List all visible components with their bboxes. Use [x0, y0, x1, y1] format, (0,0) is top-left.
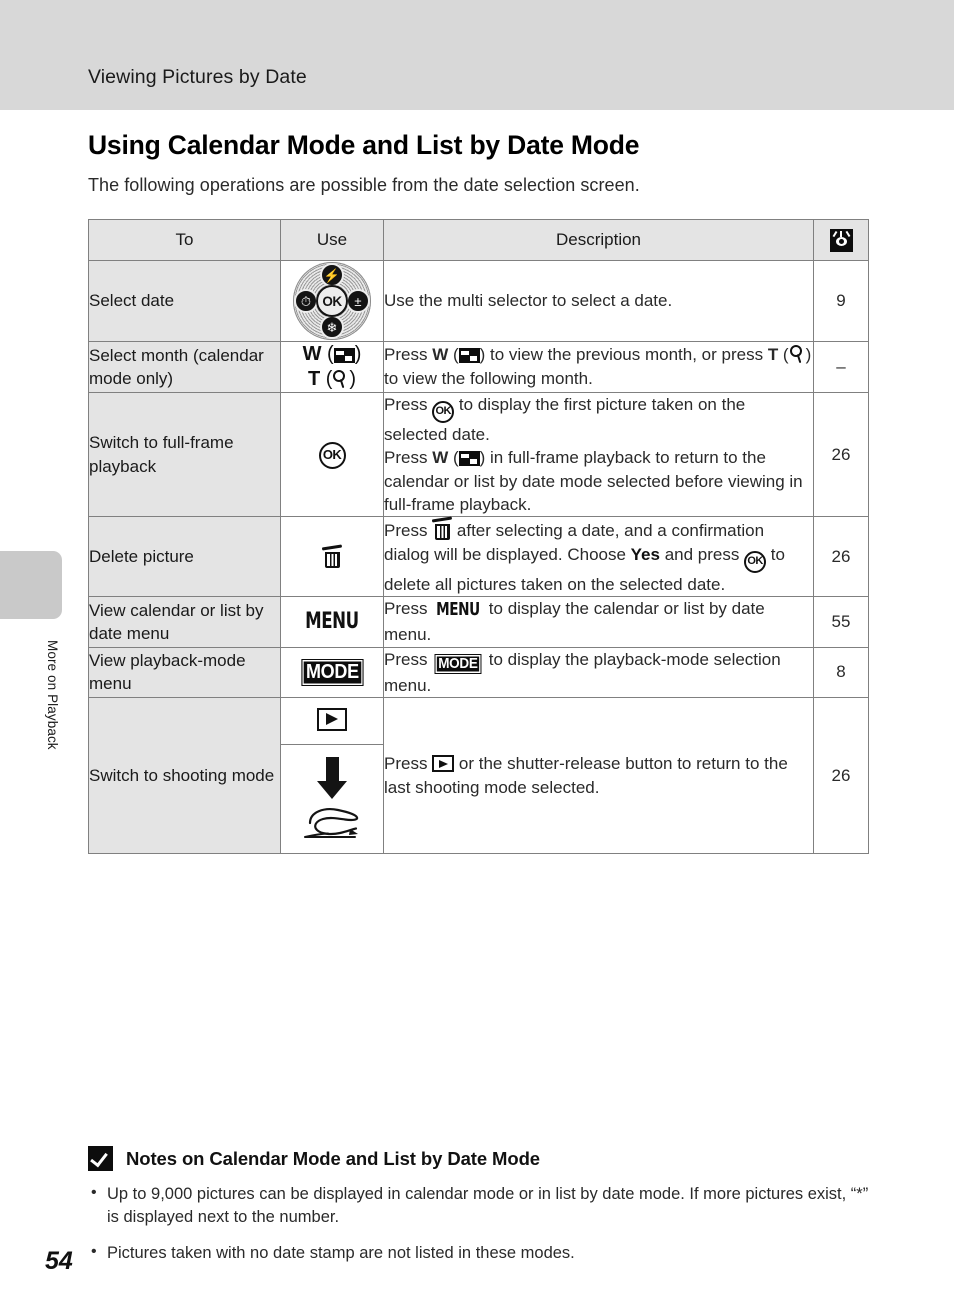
row-label-playback-mode-menu: View playback-mode menu [88, 646, 281, 699]
desc-text: Press [384, 521, 433, 541]
desc-text: Press [384, 754, 433, 774]
running-header-title: Viewing Pictures by Date [88, 66, 307, 88]
down-arrow-icon [317, 757, 347, 800]
list-item: Pictures taken with no date stamp are no… [88, 1241, 878, 1265]
eye-reference-icon [829, 228, 853, 252]
thumbnail-icon [333, 348, 355, 363]
trash-icon [321, 544, 343, 569]
ok-button-icon: OK [318, 441, 346, 469]
table-row: View playback-mode menu MODE Press MODE … [88, 646, 869, 699]
menu-button-icon: MENU [305, 609, 359, 635]
exposure-comp-icon: ± [346, 289, 370, 313]
row-reference-select-date: 9 [813, 260, 869, 342]
desc-text: ) to view the previous month, or press [479, 345, 768, 365]
row-label-delete-picture: Delete picture [88, 516, 281, 598]
row-reference-view-menu: 55 [813, 596, 869, 648]
row-use-select-month: W () T () [280, 341, 384, 393]
row-use-shooting-mode [280, 697, 384, 855]
row-description-select-month: Press W () to view the previous month, o… [383, 341, 814, 393]
menu-button-icon: MENU [436, 599, 480, 621]
page-title: Using Calendar Mode and List by Date Mod… [88, 130, 640, 160]
row-label-view-menu: View calendar or list by date menu [88, 596, 281, 648]
trash-icon [432, 516, 453, 541]
thumbnail-icon [458, 348, 480, 364]
ok-button-icon: OK [744, 550, 767, 573]
desc-text: Press [384, 649, 433, 669]
macro-flower-icon: ❄ [320, 315, 344, 339]
list-item: Up to 9,000 pictures can be displayed in… [88, 1182, 878, 1230]
notes-block: Notes on Calendar Mode and List by Date … [88, 1146, 878, 1277]
section-intro: The following operations are possible fr… [88, 175, 640, 195]
page-content: Using Calendar Mode and List by Date Mod… [88, 110, 870, 855]
column-header-description: Description [383, 219, 814, 261]
desc-text: Press [384, 599, 433, 619]
column-header-use: Use [280, 219, 384, 261]
thumbnail-icon [458, 451, 480, 467]
caution-check-icon [88, 1146, 113, 1171]
tele-inline-label: T [767, 345, 779, 365]
row-reference-select-month: – [813, 341, 869, 393]
ok-center-button: OK [316, 285, 348, 317]
playback-button-cell [281, 698, 383, 746]
row-use-delete-picture [280, 516, 384, 598]
table-row: Delete picture Press after selecting a d… [88, 516, 869, 598]
row-description-view-menu: Press MENU to display the calendar or li… [383, 596, 814, 648]
row-reference-playback-mode-menu: 8 [813, 646, 869, 699]
side-thumb-tab [0, 551, 62, 619]
desc-text: and press [659, 544, 745, 564]
row-label-full-frame: Switch to full-frame playback [88, 391, 281, 518]
zoom-lever-labels: W () T () [302, 343, 362, 390]
mode-button-icon: MODE [434, 653, 482, 674]
row-reference-full-frame: 26 [813, 391, 869, 518]
page-number: 54 [45, 1247, 73, 1275]
row-description-shooting-mode: Press or the shutter-release button to r… [383, 697, 814, 855]
notes-title: Notes on Calendar Mode and List by Date … [126, 1147, 540, 1169]
multi-selector-icon: ⚡ ⏱ ± ❄ OK [293, 262, 371, 340]
self-timer-icon: ⏱ [294, 289, 318, 313]
table-row: View calendar or list by date menu MENU … [88, 596, 869, 648]
table-row: Switch to full-frame playback OK Press O… [88, 391, 869, 518]
shutter-release-finger-icon [304, 808, 359, 839]
desc-text: Press [384, 448, 433, 468]
side-thumb-tab-label: More on Playback [45, 640, 60, 750]
playback-button-icon [317, 708, 347, 732]
notes-header: Notes on Calendar Mode and List by Date … [88, 1146, 878, 1171]
column-header-reference [813, 219, 869, 261]
magnifier-icon [332, 369, 349, 389]
row-description-full-frame: Press OK to display the first picture ta… [383, 391, 814, 518]
table-row: Select month (calendar mode only) W () T… [88, 341, 869, 393]
wide-inline-label: W [432, 448, 449, 468]
row-reference-delete-picture: 26 [813, 516, 869, 598]
row-label-select-date: Select date [88, 260, 281, 342]
flash-button-icon: ⚡ [320, 263, 344, 287]
notes-list: Up to 9,000 pictures can be displayed in… [88, 1182, 878, 1265]
tele-label: T [307, 367, 321, 390]
row-use-view-menu: MENU [280, 596, 384, 648]
row-description-playback-mode-menu: Press MODE to display the playback-mode … [383, 646, 814, 699]
table-row: Switch to shooting mode Press or the shu… [88, 697, 869, 855]
row-use-playback-mode-menu: MODE [280, 646, 384, 699]
row-description-delete-picture: Press after selecting a date, and a conf… [383, 516, 814, 598]
mode-button-icon: MODE [301, 658, 363, 687]
row-reference-shooting-mode: 26 [813, 697, 869, 855]
row-label-shooting-mode: Switch to shooting mode [88, 697, 281, 855]
table-row: Select date ⚡ ⏱ ± ❄ OK Use the multi sel… [88, 260, 869, 342]
table-header-row: To Use Description [88, 219, 869, 261]
running-header-band [0, 0, 954, 110]
row-description-select-date: Use the multi selector to select a date. [383, 260, 814, 342]
operations-table: To Use Description Select date ⚡ ⏱ ± ❄ O… [88, 219, 869, 855]
row-use-full-frame: OK [280, 391, 384, 518]
yes-option-label: Yes [630, 544, 660, 564]
ok-button-icon: OK [432, 400, 455, 423]
desc-text: Press [384, 345, 433, 365]
wide-inline-label: W [432, 345, 449, 365]
magnifier-icon [789, 345, 806, 364]
playback-button-icon [432, 755, 455, 773]
shutter-release-cell [281, 745, 383, 853]
wide-label: W [302, 343, 322, 365]
desc-text: Press [384, 394, 433, 414]
row-label-select-month: Select month (calendar mode only) [88, 341, 281, 393]
column-header-to: To [88, 219, 281, 261]
row-use-select-date: ⚡ ⏱ ± ❄ OK [280, 260, 384, 342]
